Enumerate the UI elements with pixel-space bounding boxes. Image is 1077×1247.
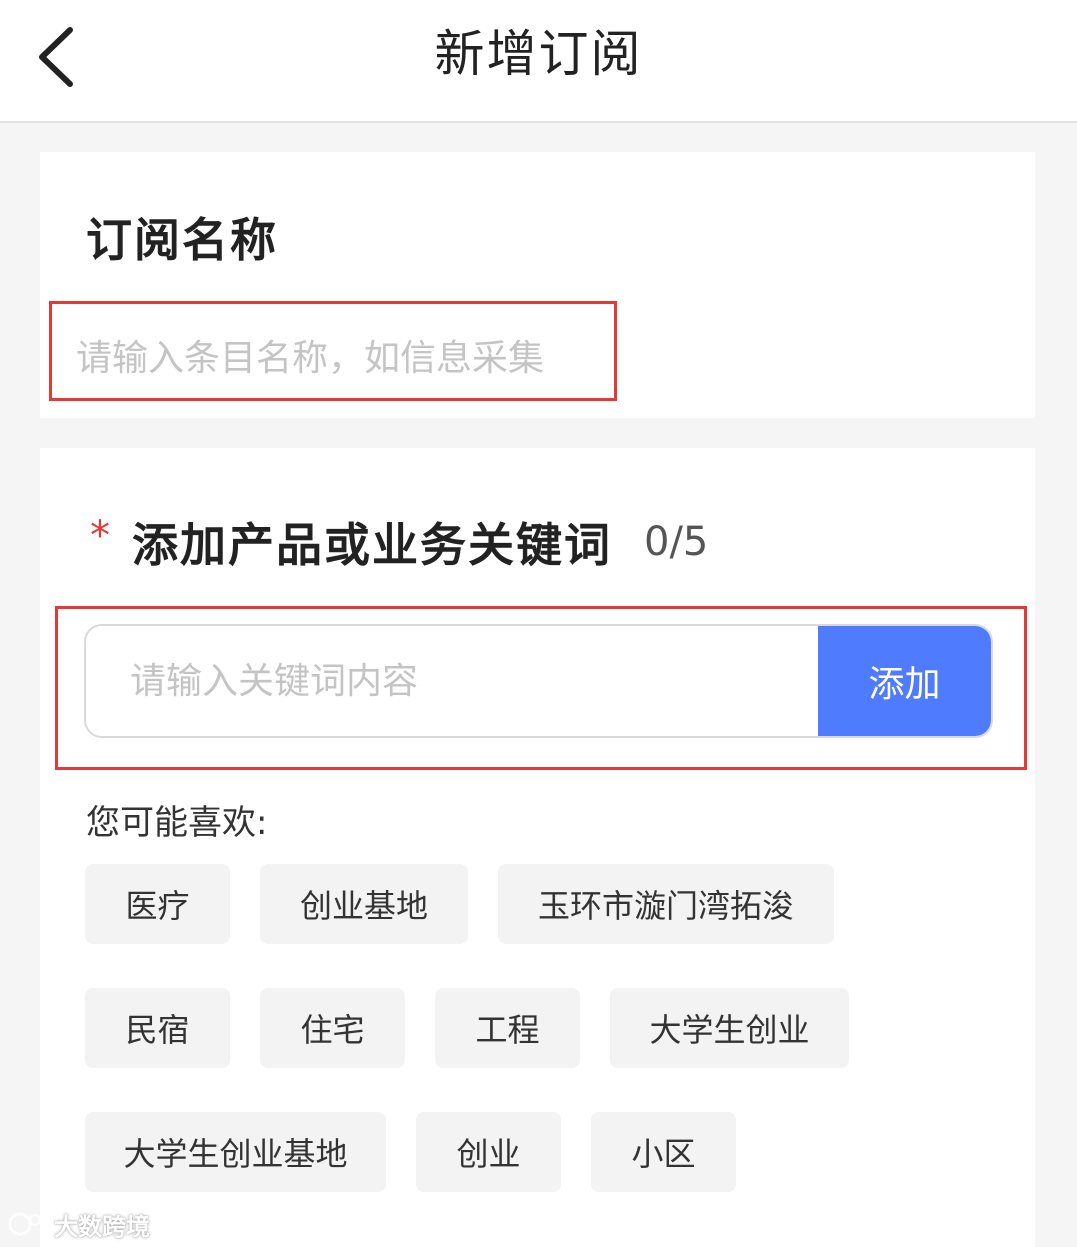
suggestion-tag[interactable]: 创业基地	[260, 864, 468, 944]
suggestion-tag[interactable]: 工程	[435, 988, 580, 1068]
keyword-count: 0/5	[644, 519, 709, 565]
suggestions-label: 您可能喜欢:	[86, 803, 268, 843]
keywords-header: * 添加产品或业务关键词 0/5	[90, 512, 708, 572]
add-keyword-button[interactable]: 添加	[818, 626, 991, 736]
top-nav-bar: 新增订阅	[0, 0, 1077, 123]
suggestion-tag[interactable]: 大学生创业	[610, 988, 849, 1068]
subscription-name-card: 订阅名称	[40, 152, 1035, 418]
keyword-input[interactable]	[86, 626, 818, 736]
suggestion-tag[interactable]: 医疗	[85, 864, 230, 944]
suggestion-tag[interactable]: 民宿	[85, 988, 230, 1068]
keywords-card: * 添加产品或业务关键词 0/5 添加 您可能喜欢: 医疗 创业基地 玉环市漩门…	[40, 448, 1035, 1247]
suggestion-tag[interactable]: 创业	[416, 1112, 561, 1192]
suggestion-tag[interactable]: 玉环市漩门湾拓浚	[498, 864, 834, 944]
suggestion-tag[interactable]: 住宅	[260, 988, 405, 1068]
page-title: 新增订阅	[434, 25, 643, 83]
subscription-name-input[interactable]	[76, 328, 556, 388]
watermark-logo-icon	[8, 1212, 47, 1236]
subscription-name-label: 订阅名称	[86, 213, 278, 267]
watermark-text: 大数跨境	[54, 1212, 150, 1241]
watermark: 大数跨境	[8, 1206, 150, 1242]
keywords-label: 添加产品或业务关键词	[132, 518, 612, 572]
required-asterisk: *	[90, 513, 110, 559]
suggestion-tag[interactable]: 小区	[591, 1112, 736, 1192]
suggestion-tag[interactable]: 大学生创业基地	[85, 1112, 386, 1192]
keyword-input-group: 添加	[84, 624, 993, 738]
